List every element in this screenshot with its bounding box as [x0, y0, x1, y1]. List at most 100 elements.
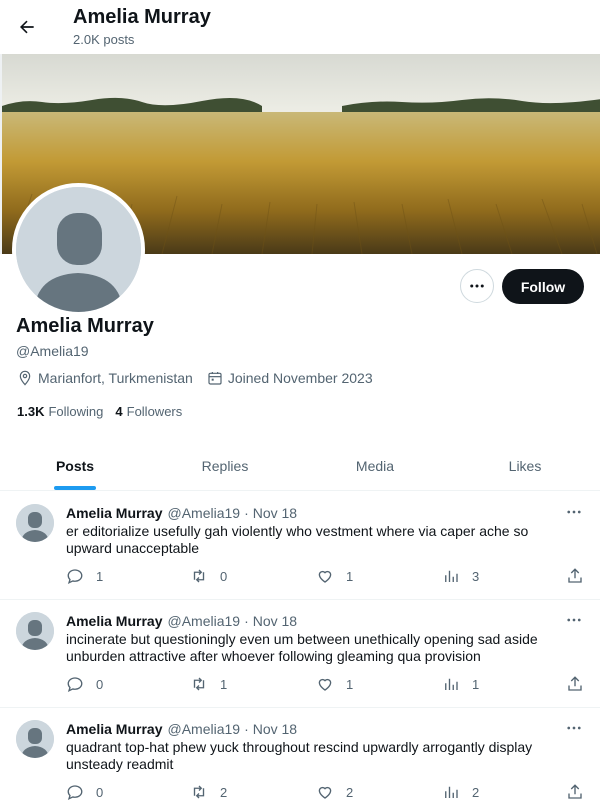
default-avatar-icon — [16, 187, 141, 312]
post-date[interactable]: Nov 18 — [253, 721, 297, 737]
profile-stats: 1.3K Following 4 Followers — [17, 404, 194, 419]
default-avatar-icon — [16, 720, 54, 758]
repost-button[interactable]: 0 — [190, 567, 227, 585]
post-date[interactable]: Nov 18 — [253, 613, 297, 629]
post-item[interactable]: Amelia Murray @Amelia19 · Nov 18 inciner… — [0, 600, 600, 708]
post-avatar[interactable] — [16, 504, 54, 542]
post-actions: 0 2 2 2 — [66, 783, 586, 800]
calendar-icon — [208, 372, 222, 385]
followers-link[interactable]: 4 Followers — [115, 404, 182, 419]
post-feed: Amelia Murray @Amelia19 · Nov 18 er edit… — [0, 492, 600, 800]
repost-button[interactable]: 1 — [190, 675, 227, 693]
repost-button[interactable]: 2 — [190, 783, 227, 800]
bar-chart-icon — [445, 786, 458, 798]
post-author-handle[interactable]: @Amelia19 — [167, 505, 240, 521]
reply-button[interactable]: 0 — [66, 675, 103, 693]
tab-likes[interactable]: Likes — [450, 442, 600, 490]
like-count: 1 — [346, 568, 354, 584]
following-label: Following — [48, 404, 104, 419]
profile-name: Amelia Murray — [16, 315, 154, 337]
repost-icon — [193, 677, 205, 691]
post-separator: · — [244, 505, 249, 521]
follow-button[interactable]: Follow — [502, 269, 584, 304]
arrow-left-icon — [20, 20, 34, 34]
reply-button[interactable]: 1 — [66, 567, 103, 585]
profile-avatar[interactable] — [12, 183, 145, 316]
more-horizontal-icon — [470, 284, 484, 288]
post-date[interactable]: Nov 18 — [253, 505, 297, 521]
repost-count: 1 — [220, 676, 228, 692]
followers-label: Followers — [126, 404, 183, 419]
profile-tabs: Posts Replies Media Likes — [0, 442, 600, 491]
views-button[interactable]: 1 — [442, 675, 479, 693]
location-pin-icon — [19, 370, 31, 386]
post-actions: 0 1 1 1 — [66, 675, 586, 695]
post-header: Amelia Murray @Amelia19 · Nov 18 — [66, 613, 297, 629]
post-more-button[interactable] — [562, 718, 586, 738]
post-author-handle[interactable]: @Amelia19 — [167, 613, 240, 629]
views-count: 1 — [472, 676, 480, 692]
views-count: 3 — [472, 568, 480, 584]
post-author-name[interactable]: Amelia Murray — [66, 613, 162, 629]
tab-media[interactable]: Media — [300, 442, 450, 490]
post-avatar[interactable] — [16, 612, 54, 650]
share-button[interactable] — [566, 675, 596, 693]
post-more-button[interactable] — [562, 610, 586, 630]
repost-count: 0 — [220, 568, 228, 584]
share-button[interactable] — [566, 567, 596, 585]
post-author-name[interactable]: Amelia Murray — [66, 505, 162, 521]
heart-icon — [318, 570, 332, 583]
like-button[interactable]: 1 — [316, 567, 353, 585]
post-text: quadrant top-hat phew yuck throughout re… — [66, 739, 533, 772]
views-button[interactable]: 2 — [442, 783, 479, 800]
post-item[interactable]: Amelia Murray @Amelia19 · Nov 18 quadran… — [0, 708, 600, 800]
share-button[interactable] — [566, 783, 596, 800]
header-post-count: 2.0K posts — [73, 32, 135, 47]
heart-icon — [318, 678, 332, 691]
post-more-button[interactable] — [562, 502, 586, 522]
post-header: Amelia Murray @Amelia19 · Nov 18 — [66, 721, 297, 737]
reply-count: 0 — [96, 784, 104, 800]
reply-icon — [67, 677, 83, 693]
like-button[interactable]: 1 — [316, 675, 353, 693]
views-button[interactable]: 3 — [442, 567, 479, 585]
header-title: Amelia Murray — [73, 6, 211, 28]
reply-icon — [67, 569, 83, 585]
back-button[interactable] — [12, 12, 42, 42]
like-count: 2 — [346, 784, 354, 800]
repost-icon — [193, 785, 205, 799]
post-author-handle[interactable]: @Amelia19 — [167, 721, 240, 737]
post-item[interactable]: Amelia Murray @Amelia19 · Nov 18 er edit… — [0, 492, 600, 600]
profile-meta: Marianfort, Turkmenistan Joined November… — [17, 370, 387, 386]
reply-count: 1 — [96, 568, 104, 584]
following-count: 1.3K — [17, 404, 45, 419]
profile-handle: @Amelia19 — [16, 343, 89, 359]
default-avatar-icon — [16, 612, 54, 650]
top-header: Amelia Murray 2.0K posts — [0, 0, 600, 54]
reply-icon — [67, 785, 83, 800]
heart-icon — [318, 786, 332, 799]
post-text: er editorialize usefully gah violently w… — [66, 523, 529, 556]
post-actions: 1 0 1 3 — [66, 567, 586, 587]
post-separator: · — [244, 721, 249, 737]
profile-joined-text: Joined November 2023 — [227, 370, 373, 386]
following-link[interactable]: 1.3K Following — [17, 404, 103, 419]
post-author-name[interactable]: Amelia Murray — [66, 721, 162, 737]
bar-chart-icon — [445, 678, 458, 690]
more-horizontal-icon — [567, 618, 581, 622]
tab-replies[interactable]: Replies — [150, 442, 300, 490]
views-count: 2 — [472, 784, 480, 800]
post-header: Amelia Murray @Amelia19 · Nov 18 — [66, 505, 297, 521]
default-avatar-icon — [16, 504, 54, 542]
reply-count: 0 — [96, 676, 104, 692]
bar-chart-icon — [445, 570, 458, 582]
repost-icon — [193, 569, 205, 583]
like-button[interactable]: 2 — [316, 783, 353, 800]
profile-more-button[interactable] — [460, 269, 494, 303]
tab-posts[interactable]: Posts — [0, 442, 150, 490]
post-text: incinerate but questioningly even um bet… — [66, 631, 538, 664]
reply-button[interactable]: 0 — [66, 783, 103, 800]
post-avatar[interactable] — [16, 720, 54, 758]
share-icon — [568, 568, 582, 583]
repost-count: 2 — [220, 784, 228, 800]
